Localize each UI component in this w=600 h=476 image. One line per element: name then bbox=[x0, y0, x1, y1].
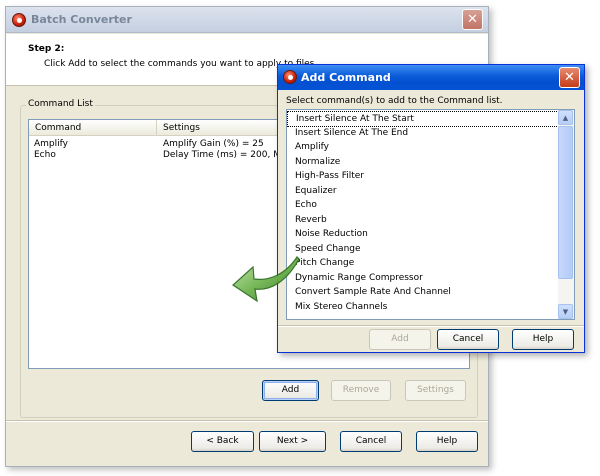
list-item[interactable]: Noise Reduction bbox=[287, 227, 565, 241]
add-command-dialog: Add Command ✕ Select command(s) to add t… bbox=[277, 64, 585, 353]
add-command-button[interactable]: Add bbox=[262, 380, 319, 401]
dialog-close-button[interactable]: ✕ bbox=[559, 67, 580, 88]
dialog-add-button[interactable]: Add bbox=[369, 329, 431, 350]
column-header-command[interactable]: Command bbox=[29, 120, 157, 136]
list-item[interactable]: Normalize bbox=[287, 155, 565, 169]
command-picker-list[interactable]: Insert Silence At The Start Insert Silen… bbox=[286, 109, 575, 320]
list-item[interactable]: High-Pass Filter bbox=[287, 169, 565, 183]
scroll-thumb[interactable] bbox=[558, 126, 573, 279]
app-icon bbox=[12, 13, 26, 27]
app-icon bbox=[283, 70, 297, 84]
vertical-scrollbar[interactable]: ▲ ▼ bbox=[558, 110, 574, 319]
command-settings-button[interactable]: Settings bbox=[405, 380, 466, 401]
dialog-cancel-button[interactable]: Cancel bbox=[437, 329, 499, 350]
scroll-down-button[interactable]: ▼ bbox=[558, 304, 573, 319]
curved-arrow-icon bbox=[232, 256, 300, 303]
row-command: Echo bbox=[34, 150, 56, 160]
command-list-label: Command List bbox=[26, 99, 95, 109]
main-window-title: Batch Converter bbox=[31, 13, 132, 26]
list-item[interactable]: Echo bbox=[287, 198, 565, 212]
row-settings: Amplify Gain (%) = 25 bbox=[163, 139, 264, 149]
next-button[interactable]: Next > bbox=[259, 431, 326, 452]
list-item[interactable]: Convert Sample Rate And Channel bbox=[287, 285, 565, 299]
dialog-title: Add Command bbox=[301, 71, 391, 84]
list-item[interactable]: Insert Silence At The End bbox=[287, 126, 565, 140]
close-icon: ✕ bbox=[564, 70, 575, 85]
main-title-bar[interactable]: Batch Converter ✕ bbox=[6, 7, 488, 33]
dialog-prompt: Select command(s) to add to the Command … bbox=[286, 96, 503, 106]
list-item[interactable]: Equalizer bbox=[287, 184, 565, 198]
back-button[interactable]: < Back bbox=[191, 431, 254, 452]
list-item[interactable]: Speed Change bbox=[287, 242, 565, 256]
list-item[interactable]: Reverb bbox=[287, 213, 565, 227]
cancel-button[interactable]: Cancel bbox=[340, 431, 402, 452]
scroll-up-icon: ▲ bbox=[562, 114, 569, 122]
footer-separator bbox=[6, 420, 488, 422]
step-title: Step 2: bbox=[28, 44, 65, 54]
row-command: Amplify bbox=[34, 139, 68, 149]
dialog-help-button[interactable]: Help bbox=[512, 329, 574, 350]
dialog-separator bbox=[278, 325, 584, 327]
main-close-button[interactable]: ✕ bbox=[462, 9, 483, 30]
scroll-up-button[interactable]: ▲ bbox=[558, 110, 573, 125]
list-item[interactable]: Dynamic Range Compressor bbox=[287, 271, 565, 285]
list-item[interactable]: Mix Stereo Channels bbox=[287, 300, 565, 314]
list-item[interactable]: Amplify bbox=[287, 140, 565, 154]
help-button[interactable]: Help bbox=[416, 431, 478, 452]
dialog-title-bar[interactable]: Add Command ✕ bbox=[278, 65, 584, 90]
remove-command-button[interactable]: Remove bbox=[331, 380, 391, 401]
row-settings: Delay Time (ms) = 200, Mix bbox=[163, 150, 281, 160]
scroll-down-icon: ▼ bbox=[562, 308, 569, 316]
list-item[interactable]: Pitch Change bbox=[287, 256, 565, 270]
close-icon: ✕ bbox=[467, 12, 478, 27]
